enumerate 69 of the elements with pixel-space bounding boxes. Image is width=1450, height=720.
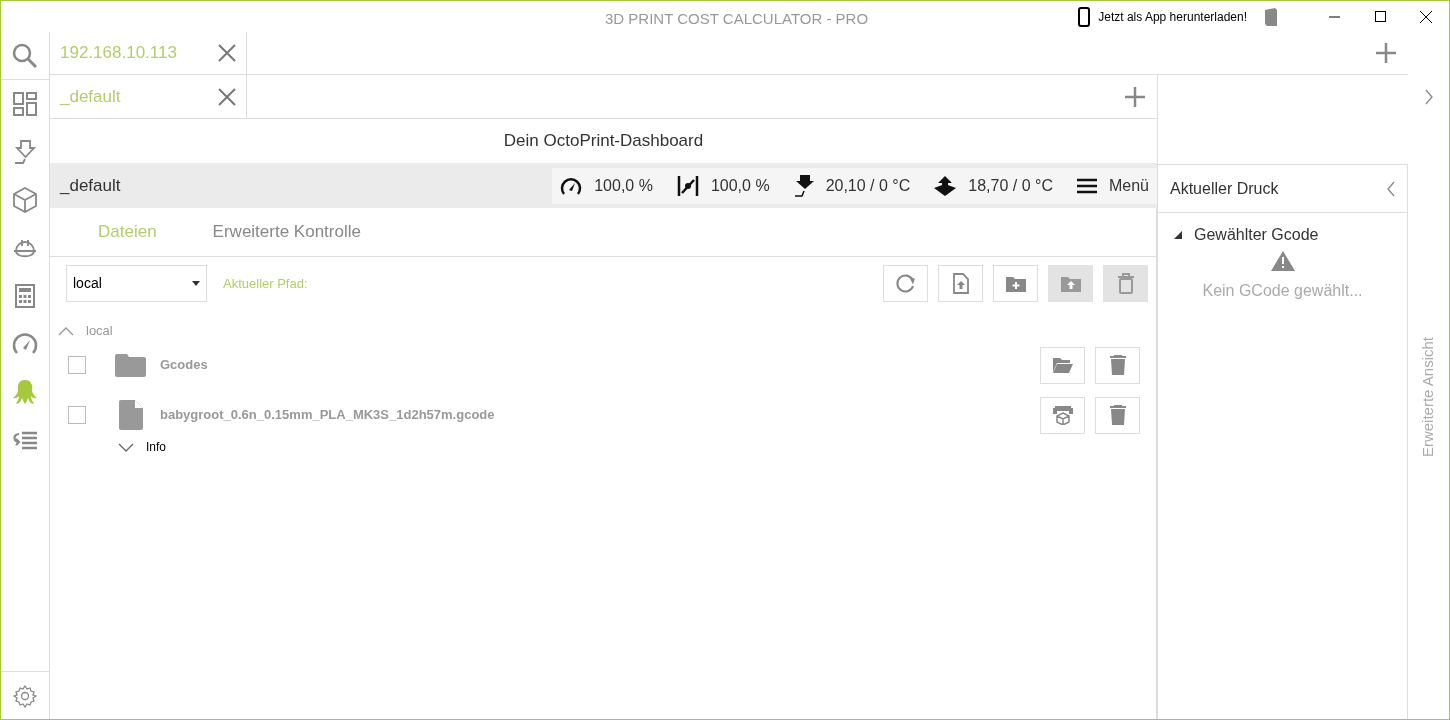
window-title: 3D PRINT COST CALCULATOR - PRO <box>605 9 869 29</box>
settings-icon[interactable] <box>13 683 37 708</box>
status-reading: 100,0 % <box>594 175 653 196</box>
phone-icon <box>1078 6 1091 27</box>
warning-icon <box>1270 251 1295 271</box>
checkbox[interactable] <box>68 406 86 424</box>
octopus-icon[interactable] <box>12 379 38 405</box>
expanded-view-label: Erweiterte Ansicht <box>1418 337 1438 458</box>
expand-chevron-icon[interactable] <box>118 442 134 452</box>
profile-name: _default <box>60 174 121 197</box>
expanded-view-panel[interactable]: Erweiterte Ansicht <box>1408 75 1449 719</box>
menu-icon <box>1076 177 1097 194</box>
collapse-chevron-icon[interactable] <box>1387 180 1395 197</box>
refresh-icon <box>894 272 917 295</box>
delete-button[interactable] <box>1095 396 1140 434</box>
plus-icon <box>1376 43 1396 63</box>
open-folder-button[interactable] <box>1040 346 1085 384</box>
folder-icon <box>115 353 146 377</box>
path-label: Aktueller Pfad: <box>223 274 308 293</box>
menu-button[interactable]: Menü <box>1076 173 1149 198</box>
dashboard-grid-icon[interactable] <box>13 92 37 116</box>
tree-root-label[interactable]: local <box>86 321 113 341</box>
info-toggle[interactable]: Info <box>146 438 166 456</box>
plus-icon <box>1125 86 1145 107</box>
calculator-icon[interactable] <box>15 284 35 308</box>
bed-temperature-icon <box>934 175 957 196</box>
storage-dropdown[interactable]: local <box>66 265 207 302</box>
file-icon <box>118 400 143 430</box>
section-label: Gewählter Gcode <box>1194 225 1319 245</box>
trash-icon <box>1109 405 1126 425</box>
minimize-icon <box>1328 15 1340 18</box>
file-name[interactable]: babygroot_0.6n_0.15mm_PLA_MK3S_1d2h57m.gcode <box>160 405 495 425</box>
panel-title: Aktueller Druck <box>1170 178 1279 199</box>
print-button[interactable] <box>1040 396 1085 434</box>
delete-button[interactable] <box>1095 346 1140 384</box>
cube-icon[interactable] <box>13 187 37 213</box>
app-download-button[interactable]: Jetzt als App herunterladen! <box>1078 6 1247 27</box>
expanded-triangle-icon[interactable] <box>1174 231 1182 239</box>
empty-message: Kein GCode gewählt... <box>1202 281 1363 301</box>
status-reading: 20,10 / 0 °C <box>825 175 911 196</box>
printer-cube-icon <box>1052 405 1073 425</box>
flow-rate-icon <box>676 175 699 196</box>
caret-icon <box>192 281 200 286</box>
open-folder-icon <box>1052 357 1073 373</box>
profile-tab[interactable]: _default <box>60 83 121 110</box>
extruder-arrow-icon[interactable] <box>13 139 37 165</box>
folder-name[interactable]: Gcodes <box>160 355 208 375</box>
close-icon <box>1420 10 1432 23</box>
close-icon[interactable] <box>218 44 236 62</box>
speedometer-icon <box>560 176 583 195</box>
expand-chevron-icon[interactable] <box>1424 89 1433 105</box>
maximize-icon <box>1374 11 1386 22</box>
new-folder-button[interactable] <box>993 265 1038 302</box>
dashboard-title: Dein OctoPrint-Dashboard <box>503 130 704 153</box>
upload-button[interactable] <box>938 265 983 302</box>
search-icon[interactable] <box>12 42 38 69</box>
status-reading: 100,0 % <box>710 175 770 196</box>
nozzle-temperature-icon <box>793 174 814 197</box>
panel-tab[interactable]: Dateien <box>98 219 157 245</box>
close-icon[interactable] <box>218 87 236 106</box>
panel-tab[interactable]: Erweiterte Kontrolle <box>212 219 361 245</box>
collapse-chevron-icon[interactable] <box>58 326 74 336</box>
refresh-button[interactable] <box>883 265 928 302</box>
connection-tab[interactable]: 192.168.10.113 <box>60 40 177 66</box>
trash-icon <box>1109 355 1126 375</box>
checkbox[interactable] <box>68 356 86 374</box>
gauge-icon[interactable] <box>12 333 38 355</box>
status-reading: 18,70 / 0 °C <box>968 175 1053 196</box>
list-icon[interactable] <box>12 430 38 450</box>
